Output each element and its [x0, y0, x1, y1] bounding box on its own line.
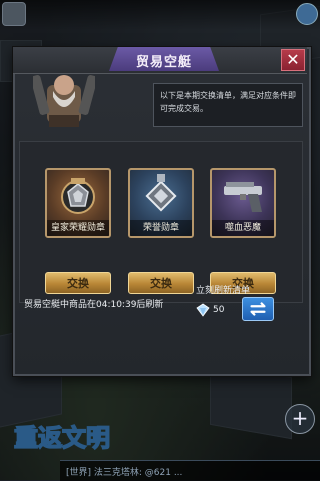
pistol-icon	[224, 182, 262, 212]
item-slot[interactable]: 荣誉勋章	[128, 168, 194, 238]
top-hud	[0, 0, 320, 30]
refresh-now-label: 立刻刷新清单	[196, 286, 251, 296]
honor-medal-icon	[145, 174, 177, 212]
refresh-cost: 50	[196, 303, 236, 319]
close-button[interactable]: ✕	[281, 49, 305, 71]
item-slot[interactable]: 噬血恶魔	[210, 168, 276, 238]
refresh-timer-text: 贸易空艇中商品在04:10:39后刷新	[24, 300, 164, 310]
hud-menu-button[interactable]	[2, 2, 26, 26]
logo-text: 重返文明	[14, 424, 110, 452]
royal-honor-medal-icon	[61, 178, 95, 214]
refresh-list-button[interactable]	[242, 297, 274, 321]
item-label: 荣誉勋章	[130, 220, 192, 236]
refresh-icon	[250, 302, 266, 316]
dialog-title: 贸易空艇	[135, 55, 192, 70]
refresh-cost-value: 50	[213, 305, 225, 315]
npc-portrait-icon	[33, 75, 95, 127]
exchange-button-1[interactable]: 交换	[45, 272, 111, 294]
chat-bar[interactable]: [世界] 法三克塔林: @621 ...	[60, 460, 320, 481]
item-slot[interactable]: 皇家荣耀勋章	[45, 168, 111, 238]
game-logo: 重返文明	[13, 423, 111, 453]
item-label: 皇家荣耀勋章	[47, 220, 109, 236]
goods-panel: 皇家荣耀勋章 荣誉勋章 噬血恶魔 交换 交换 交换	[19, 141, 303, 303]
npc-speech-text: 以下是本期交换清单，满足对应条件即可完成交易。	[160, 91, 296, 113]
trade-airship-dialog: 贸易空艇 ✕ 以下是本期交换清单，满足对应条件即可完成交易。 皇家荣耀勋章 荣誉…	[13, 47, 311, 376]
exchange-button-2[interactable]: 交换	[128, 272, 194, 294]
chat-message: [世界] 法三克塔林: @621 ...	[66, 468, 183, 478]
diamond-icon	[196, 303, 210, 317]
item-label: 噬血恶魔	[212, 220, 274, 236]
hud-map-button[interactable]	[296, 3, 318, 25]
add-button[interactable]: +	[285, 404, 315, 434]
npc-speech-box: 以下是本期交换清单，满足对应条件即可完成交易。	[153, 83, 303, 127]
